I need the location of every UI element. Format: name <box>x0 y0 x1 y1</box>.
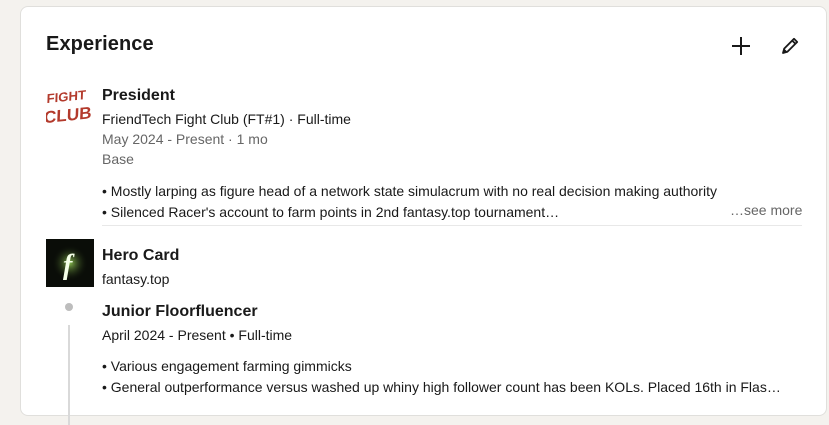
job-title[interactable]: President <box>102 87 175 105</box>
fight-club-logo[interactable]: FIGHT CLUB <box>44 79 94 127</box>
edit-experience-button[interactable] <box>773 29 807 63</box>
experience-entry-hero-card[interactable]: f Hero Card fantasy.top Junior Floorflue… <box>46 239 806 419</box>
company-subtitle: fantasy.top <box>102 271 170 287</box>
timeline-dot <box>65 303 73 311</box>
location: Base <box>102 151 134 167</box>
experience-card: Experience FIGHT CLUB President FriendTe… <box>20 6 827 425</box>
add-experience-button[interactable] <box>724 29 758 63</box>
bullet-item: • General outperformance versus washed u… <box>102 379 781 395</box>
see-more-link[interactable]: …see more <box>730 202 802 218</box>
svg-text:FIGHT: FIGHT <box>46 87 86 106</box>
section-title: Experience <box>46 33 154 55</box>
svg-text:CLUB: CLUB <box>46 103 92 127</box>
role-title[interactable]: Junior Floorfluencer <box>102 303 258 321</box>
bullet-item: • Mostly larping as figure head of a net… <box>102 183 717 199</box>
timeline-line <box>68 325 70 425</box>
experience-entry-president[interactable]: FIGHT CLUB President FriendTech Fight Cl… <box>44 79 806 220</box>
role-description: • Various engagement farming gimmicks • … <box>102 356 802 398</box>
description: • Mostly larping as figure head of a net… <box>102 181 752 223</box>
date-range: May 2024 - Present · 1 mo <box>102 131 268 147</box>
divider <box>102 225 802 226</box>
role-date-range: April 2024 - Present • Full-time <box>102 327 293 343</box>
bullet-item: • Silenced Racer's account to farm point… <box>102 204 560 220</box>
fantasy-top-logo[interactable]: f <box>46 239 94 287</box>
company-name[interactable]: Hero Card <box>102 247 179 265</box>
pencil-icon <box>782 37 799 54</box>
bullet-item: • Various engagement farming gimmicks <box>102 358 352 374</box>
plus-icon <box>732 37 750 55</box>
company-line: FriendTech Fight Club (FT#1) · Full-time <box>102 111 351 127</box>
